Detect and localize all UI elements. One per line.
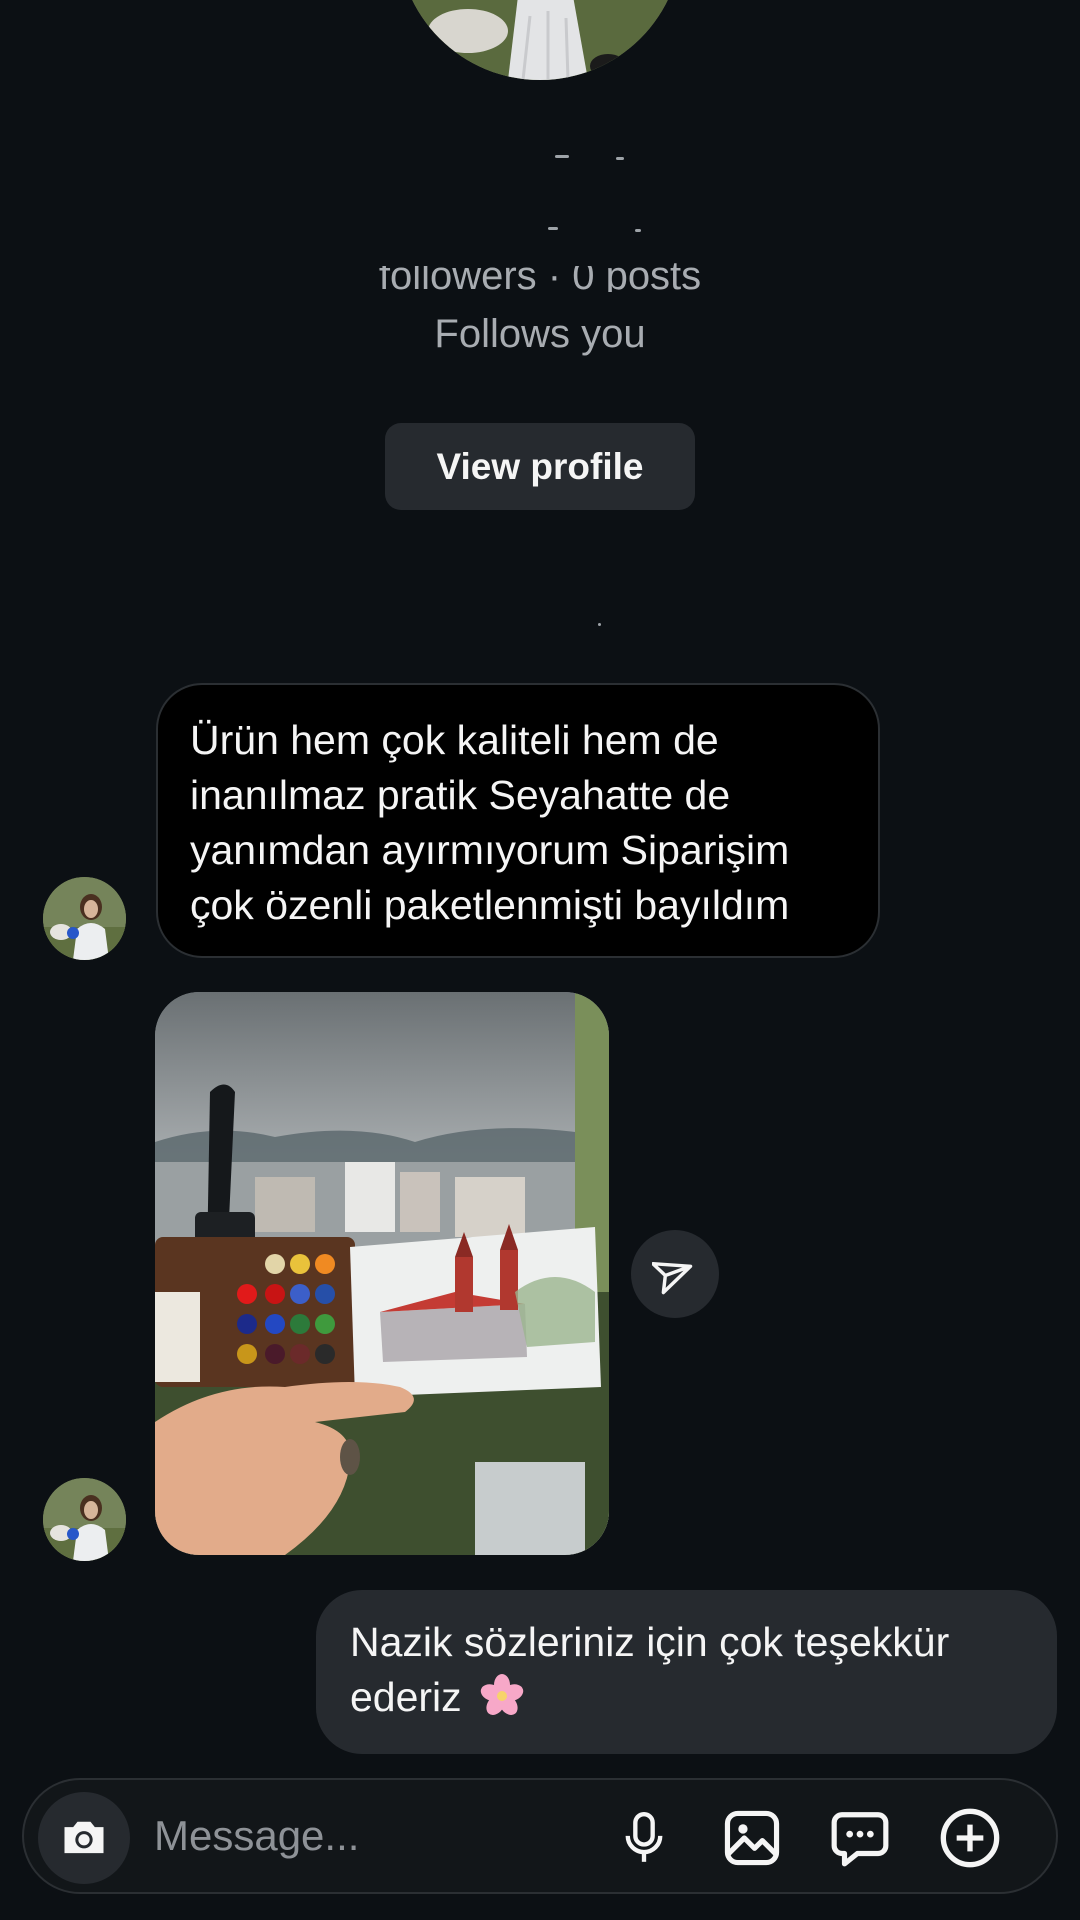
incoming-message-bubble[interactable]: Ürün hem çok kaliteli hem de inanılmaz p… [156, 683, 880, 958]
cherry-blossom-icon [479, 1673, 525, 1719]
redacted-bio-line-2 [635, 229, 641, 232]
sticker-button[interactable] [828, 1806, 892, 1870]
sender-avatar[interactable] [43, 1478, 126, 1561]
follows-you-label: Follows you [434, 312, 646, 356]
watercolor-photo [155, 992, 609, 1555]
redacted-bio-line [548, 227, 558, 230]
photo-message[interactable] [155, 992, 609, 1555]
outgoing-message-bubble[interactable]: Nazik sözleriniz için çok teşekkür ederi… [316, 1590, 1057, 1754]
microphone-button[interactable] [612, 1806, 676, 1870]
plus-icon [940, 1808, 1000, 1868]
sender-avatar[interactable] [43, 877, 126, 960]
message-composer [22, 1778, 1058, 1894]
camera-icon [64, 1821, 104, 1854]
gallery-icon [724, 1810, 780, 1866]
profile-avatar-image [398, 0, 682, 80]
redacted-name-line [555, 155, 569, 158]
profile-avatar[interactable] [398, 0, 682, 80]
camera-button[interactable] [38, 1792, 130, 1884]
send-icon [652, 1261, 693, 1295]
stats-redaction [300, 248, 600, 266]
outgoing-message-text: Nazik sözleriniz için çok teşekkür ederi… [350, 1619, 950, 1720]
sticker-icon [831, 1812, 889, 1867]
plus-button[interactable] [938, 1806, 1002, 1870]
sender-avatar-image [43, 1478, 126, 1561]
share-button[interactable] [631, 1230, 719, 1318]
microphone-icon [625, 1812, 663, 1862]
redacted-timestamp-dot [598, 623, 601, 626]
view-profile-button[interactable]: View profile [385, 423, 695, 510]
sender-avatar-image [43, 877, 126, 960]
message-input[interactable] [154, 1806, 454, 1866]
gallery-button[interactable] [720, 1806, 784, 1870]
redacted-username-line [616, 157, 624, 160]
